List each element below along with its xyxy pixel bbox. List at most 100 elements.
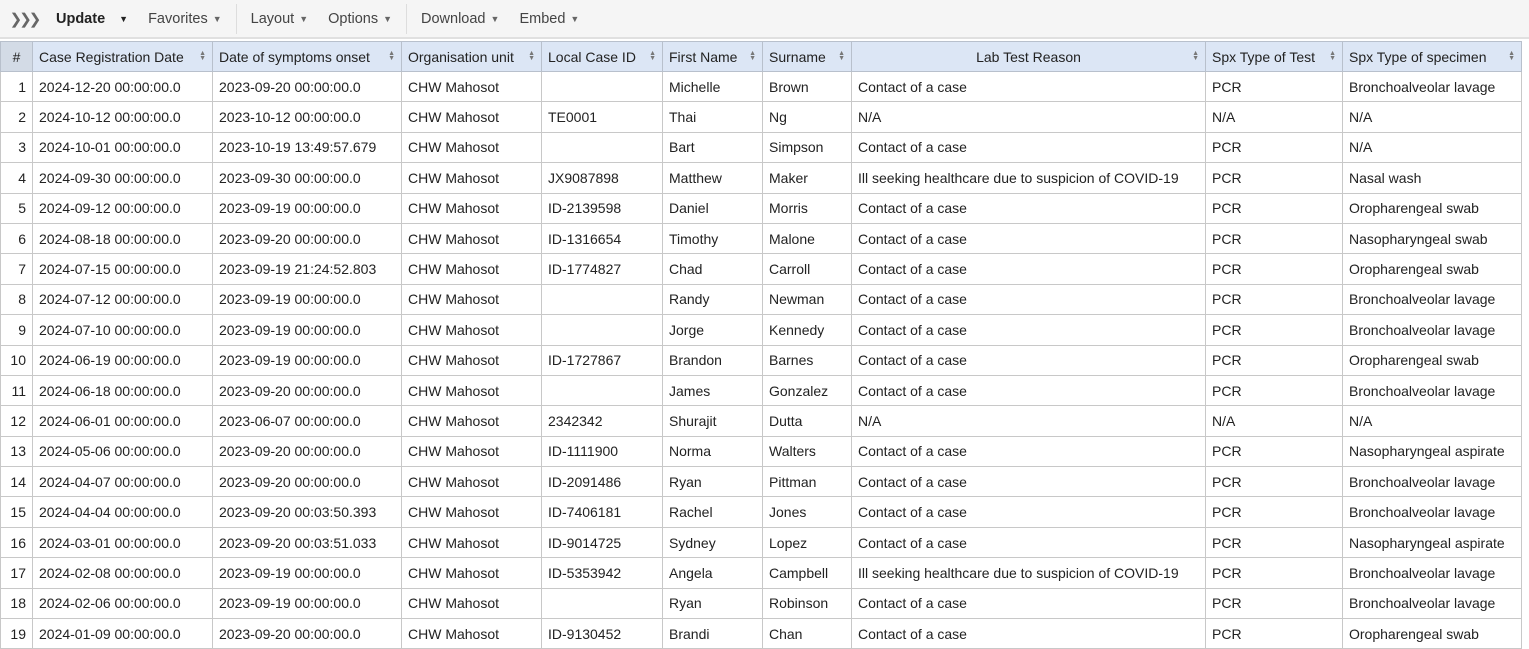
caret-down-icon[interactable]: ▼ [119,14,128,24]
table-cell: CHW Mahosot [401,557,542,589]
layout-menu[interactable]: Layout ▼ [241,0,318,37]
table-cell: PCR [1205,496,1343,528]
table-cell: 2024-02-08 00:00:00.0 [32,557,213,589]
table-row[interactable]: 15 2024-04-04 00:00:00.0 2023-09-20 00:03:… [0,496,1522,528]
table-cell: 2023-09-20 00:00:00.0 [212,435,402,468]
sort-icon[interactable]: ▲ ▼ [388,50,395,62]
sort-icon[interactable]: ▲ ▼ [749,50,756,62]
column-header[interactable]: Local Case ID ▲ ▼ [541,41,663,72]
table-row[interactable]: 18 2024-02-06 00:00:00.0 2023-09-19 00:00:… [0,587,1522,620]
table-cell: Contact of a case [851,283,1206,316]
download-menu[interactable]: Download ▼ [411,0,509,37]
update-button[interactable]: Update ▼ [42,0,138,37]
table-cell: CHW Mahosot [401,374,542,407]
table-cell: Nasopharyngeal aspirate [1342,526,1522,559]
table-row[interactable]: 10 2024-06-19 00:00:00.0 2023-09-19 00:00:… [0,344,1522,376]
embed-label: Embed [519,10,566,27]
sort-icon[interactable]: ▲ ▼ [1192,50,1199,62]
table-row[interactable]: 3 2024-10-01 00:00:00.0 2023-10-19 13:49:5… [0,131,1522,164]
table-cell: ID-7406181 [541,496,663,528]
table-row[interactable]: 9 2024-07-10 00:00:00.0 2023-09-19 00:00:0… [0,314,1522,346]
table-cell: 13 [0,435,33,468]
table-cell: 2024-10-01 00:00:00.0 [32,131,213,164]
table-cell: 2023-10-12 00:00:00.0 [212,101,402,133]
column-header[interactable]: Spx Type of Test ▲ ▼ [1205,41,1343,72]
sort-icon[interactable]: ▲ ▼ [1508,50,1515,62]
table-cell: 2024-06-01 00:00:00.0 [32,405,213,437]
table-cell: Oropharengeal swab [1342,344,1522,376]
table-row[interactable]: 11 2024-06-18 00:00:00.0 2023-09-20 00:00:… [0,374,1522,407]
table-row[interactable]: 4 2024-09-30 00:00:00.0 2023-09-30 00:00:0… [0,162,1522,194]
table-row[interactable]: 5 2024-09-12 00:00:00.0 2023-09-19 00:00:0… [0,192,1522,224]
table-row[interactable]: 12 2024-06-01 00:00:00.0 2023-06-07 00:00:… [0,405,1522,437]
table-cell: 2024-02-06 00:00:00.0 [32,587,213,620]
sort-icon[interactable]: ▲ ▼ [1329,50,1336,62]
table-cell: Newman [762,283,852,316]
table-row[interactable]: 16 2024-03-01 00:00:00.0 2023-09-20 00:03:… [0,526,1522,559]
table-cell: 2023-09-20 00:00:00.0 [212,466,402,498]
table-cell: Contact of a case [851,192,1206,224]
table-cell: CHW Mahosot [401,314,542,346]
favorites-label: Favorites [148,10,208,27]
table-row[interactable]: 8 2024-07-12 00:00:00.0 2023-09-19 00:00:0… [0,283,1522,316]
column-header-label: Organisation unit [408,48,514,65]
column-header[interactable]: First Name ▲ ▼ [662,41,763,72]
table-cell: Contact of a case [851,618,1206,649]
table-cell: CHW Mahosot [401,526,542,559]
column-header[interactable]: Case Registration Date ▲ ▼ [32,41,213,72]
options-menu[interactable]: Options ▼ [318,0,402,37]
expand-panel-icon[interactable]: ❯❯❯ [0,0,42,37]
table-cell: 2023-09-20 00:03:50.393 [212,496,402,528]
caret-down-icon: ▼ [570,13,580,24]
column-header-label: Lab Test Reason [976,48,1081,65]
table-cell: Contact of a case [851,222,1206,255]
table-row[interactable]: 7 2024-07-15 00:00:00.0 2023-09-19 21:24:5… [0,253,1522,285]
table-row[interactable]: 13 2024-05-06 00:00:00.0 2023-09-20 00:00:… [0,435,1522,468]
table-cell: N/A [1342,405,1522,437]
table-row[interactable]: 6 2024-08-18 00:00:00.0 2023-09-20 00:00:0… [0,222,1522,255]
table-row[interactable]: 17 2024-02-08 00:00:00.0 2023-09-19 00:00:… [0,557,1522,589]
table-cell: CHW Mahosot [401,435,542,468]
column-header[interactable]: Organisation unit ▲ ▼ [401,41,542,72]
sort-icon[interactable]: ▲ ▼ [528,50,535,62]
embed-menu[interactable]: Embed ▼ [509,0,589,37]
table-cell: CHW Mahosot [401,496,542,528]
table-cell: Lopez [762,526,852,559]
table-cell: 2023-10-19 13:49:57.679 [212,131,402,164]
table-cell: Oropharengeal swab [1342,618,1522,649]
table-cell: PCR [1205,466,1343,498]
table-cell: Robinson [762,587,852,620]
sort-icon[interactable]: ▲ ▼ [838,50,845,62]
table-cell: Bronchoalveolar lavage [1342,466,1522,498]
table-cell: 1 [0,70,33,103]
table-cell: 14 [0,466,33,498]
column-header[interactable]: Date of symptoms onset ▲ ▼ [212,41,402,72]
table-cell: 7 [0,253,33,285]
table-row[interactable]: 14 2024-04-07 00:00:00.0 2023-09-20 00:00:… [0,466,1522,498]
table-cell: Ill seeking healthcare due to suspicion … [851,557,1206,589]
table-cell: Bart [662,131,763,164]
table-cell: 2024-08-18 00:00:00.0 [32,222,213,255]
table-cell: 19 [0,618,33,649]
favorites-menu[interactable]: Favorites ▼ [138,0,232,37]
table-cell: Matthew [662,162,763,194]
table-cell: ID-1727867 [541,344,663,376]
table-cell: Timothy [662,222,763,255]
table-row[interactable]: 19 2024-01-09 00:00:00.0 2023-09-20 00:00:… [0,618,1522,649]
table-cell: Randy [662,283,763,316]
column-header-label: Surname [769,48,826,65]
sort-icon[interactable]: ▲ ▼ [199,50,206,62]
column-header[interactable]: Surname ▲ ▼ [762,41,852,72]
table-cell [541,314,663,346]
table-cell: N/A [1342,101,1522,133]
table-cell: 12 [0,405,33,437]
table-cell: 2023-09-20 00:00:00.0 [212,618,402,649]
table-cell: Contact of a case [851,496,1206,528]
column-header[interactable]: # [0,41,33,72]
table-row[interactable]: 1 2024-12-20 00:00:00.0 2023-09-20 00:00:0… [0,70,1522,103]
sort-icon[interactable]: ▲ ▼ [649,50,656,62]
table-cell: 2023-09-19 00:00:00.0 [212,314,402,346]
column-header[interactable]: Lab Test Reason ▲ ▼ [851,41,1206,72]
column-header[interactable]: Spx Type of specimen ▲ ▼ [1342,41,1522,72]
table-row[interactable]: 2 2024-10-12 00:00:00.0 2023-10-12 00:00:0… [0,101,1522,133]
